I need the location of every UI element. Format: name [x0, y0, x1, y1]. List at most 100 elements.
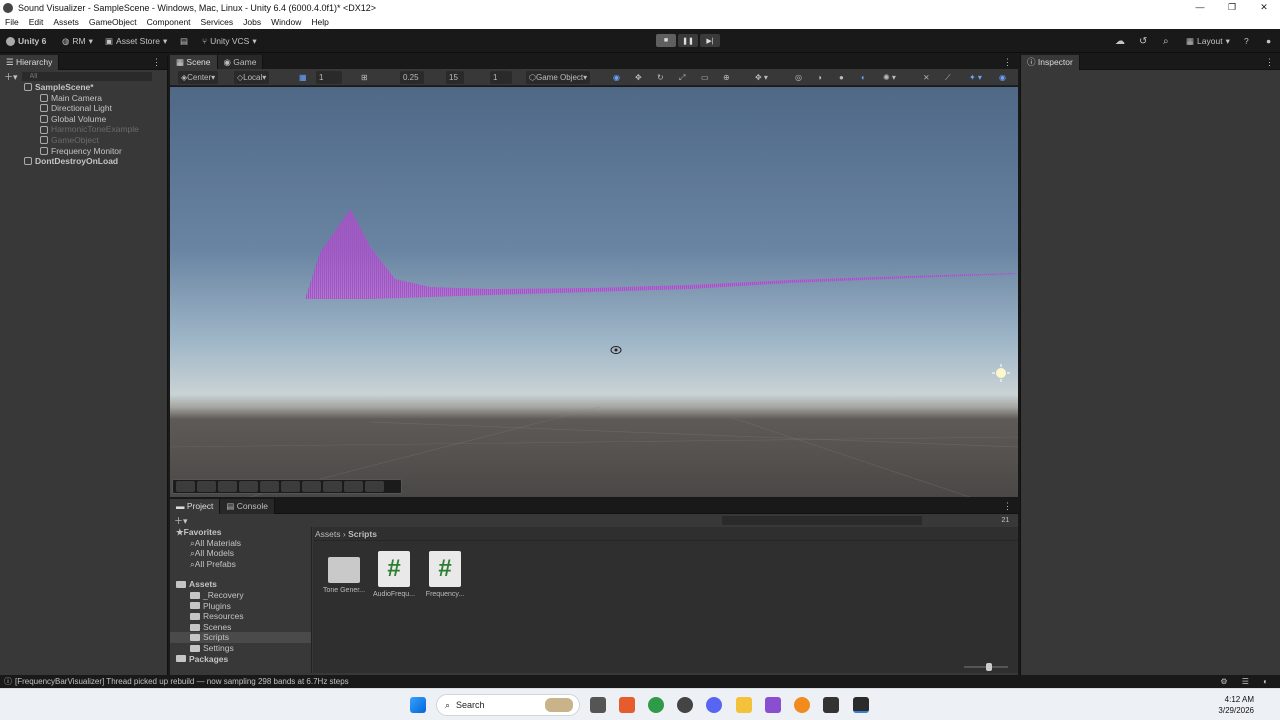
version-control-dropdown[interactable]: ⑂ Unity VCS ▾: [202, 34, 257, 48]
project-search-input[interactable]: [721, 515, 922, 525]
package-manager-button[interactable]: ▤: [180, 34, 188, 48]
asset-folder-item[interactable]: _Recovery: [170, 590, 311, 601]
unity-hub-icon[interactable]: [823, 697, 839, 713]
app-icon[interactable]: [619, 697, 635, 713]
shading-lit-button[interactable]: ◐: [858, 71, 869, 84]
menu-gameobject[interactable]: GameObject: [89, 17, 137, 27]
hierarchy-item[interactable]: Directional Light: [0, 103, 167, 114]
step-button[interactable]: ▶|: [700, 34, 720, 47]
maximize-button[interactable]: ❐: [1216, 0, 1248, 15]
hierarchy-item[interactable]: Frequency Monitor: [0, 146, 167, 157]
tab-project[interactable]: ▬ Project: [170, 498, 221, 514]
play-button[interactable]: ■: [656, 34, 676, 47]
chrome-icon[interactable]: [648, 697, 664, 713]
overlay-tool-icon[interactable]: [281, 481, 300, 492]
overlay-tool-icon[interactable]: [302, 481, 321, 492]
pause-button[interactable]: ❚❚: [678, 34, 698, 47]
app-icon[interactable]: [590, 697, 606, 713]
menu-window[interactable]: Window: [271, 17, 301, 27]
breadcrumb-scripts[interactable]: Scripts: [348, 529, 377, 539]
favorite-item[interactable]: ⌕ All Materials: [170, 538, 311, 549]
taskbar-search[interactable]: ⌕ Search: [436, 694, 580, 716]
zoom-slider[interactable]: [964, 663, 1008, 671]
grid-size-field[interactable]: 1: [316, 71, 342, 84]
status-icons[interactable]: ⚙ ☰ ◐: [1220, 677, 1274, 686]
add-asset-button[interactable]: ＋▾: [174, 514, 188, 527]
scene-viewport[interactable]: [170, 87, 1018, 497]
breadcrumb-assets[interactable]: Assets: [315, 529, 341, 539]
panel-menu-icon[interactable]: ⋮: [1265, 57, 1274, 68]
menu-jobs[interactable]: Jobs: [243, 17, 261, 27]
user-button[interactable]: ●: [1266, 34, 1271, 48]
search-button[interactable]: ⌕: [1163, 34, 1169, 48]
hierarchy-item[interactable]: HarmonicToneExample: [0, 124, 167, 135]
script-asset[interactable]: # AudioFrequ...: [369, 551, 419, 598]
rotate-tool-button[interactable]: ↻: [654, 71, 667, 84]
unity-editor-icon[interactable]: [853, 697, 869, 713]
scale-tool-button[interactable]: ⤢: [676, 71, 688, 84]
overlay-tool-icon[interactable]: [344, 481, 363, 492]
favorite-item[interactable]: ⌕ All Prefabs: [170, 559, 311, 570]
close-button[interactable]: ✕: [1248, 0, 1280, 15]
hierarchy-item[interactable]: DontDestroyOnLoad: [0, 156, 167, 167]
panel-menu-icon[interactable]: ⋮: [1003, 501, 1012, 512]
menu-component[interactable]: Component: [147, 17, 191, 27]
favorites-header[interactable]: ★ Favorites: [170, 527, 311, 538]
hierarchy-item[interactable]: Global Volume: [0, 114, 167, 125]
snap-toggle[interactable]: ⊞: [358, 71, 371, 84]
asset-folder-item[interactable]: Resources: [170, 611, 311, 622]
overlay-tool-icon[interactable]: [323, 481, 342, 492]
favorite-item[interactable]: ⌕ All Models: [170, 548, 311, 559]
help-button[interactable]: ?: [1244, 34, 1249, 48]
hierarchy-item[interactable]: SampleScene*: [0, 82, 167, 93]
rect-tool-button[interactable]: ▭: [698, 71, 712, 84]
panel-menu-icon[interactable]: ⋮: [1003, 57, 1012, 68]
packages-root[interactable]: Packages: [170, 654, 311, 665]
status-message[interactable]: [FrequencyBarVisualizer] Thread picked u…: [15, 677, 349, 686]
asset-folder-item[interactable]: Scripts: [170, 632, 311, 643]
menu-file[interactable]: File: [5, 17, 19, 27]
shading-unlit-button[interactable]: ●: [836, 71, 847, 84]
scale-snap-field[interactable]: 1: [490, 71, 512, 84]
menu-services[interactable]: Services: [201, 17, 234, 27]
transform-tool-button[interactable]: ⊕: [720, 71, 733, 84]
hierarchy-search-input[interactable]: [21, 71, 152, 81]
account-dropdown[interactable]: ◍ RM ▾: [62, 34, 93, 48]
overlay-tool-icon[interactable]: [239, 481, 258, 492]
tab-scene[interactable]: ▦ Scene: [170, 55, 218, 70]
tab-console[interactable]: ▤ Console: [220, 498, 275, 514]
assets-root[interactable]: Assets: [170, 579, 311, 590]
overlay-tool-icon[interactable]: [197, 481, 216, 492]
snap-increment-field[interactable]: 0.25: [400, 71, 424, 84]
github-icon[interactable]: [677, 697, 693, 713]
tab-inspector[interactable]: ⓘ Inspector: [1021, 54, 1080, 70]
shading-wire-button[interactable]: ◎: [792, 71, 805, 84]
overlay-tool-icon[interactable]: [218, 481, 237, 492]
asset-folder-item[interactable]: Settings: [170, 643, 311, 654]
effects-dropdown[interactable]: ✺ ▾: [880, 71, 899, 84]
move-tool-button[interactable]: ✥: [632, 71, 645, 84]
file-explorer-icon[interactable]: [736, 697, 752, 713]
rotate-snap-field[interactable]: 15: [446, 71, 464, 84]
minimize-button[interactable]: —: [1184, 0, 1216, 15]
visibility-toggle[interactable]: ◉: [996, 71, 1009, 84]
menu-edit[interactable]: Edit: [29, 17, 44, 27]
blender-icon[interactable]: [794, 697, 810, 713]
panel-menu-icon[interactable]: ⋮: [152, 57, 161, 68]
visual-studio-icon[interactable]: [765, 697, 781, 713]
layout-dropdown[interactable]: ▦ Layout ▾: [1186, 34, 1230, 48]
taskbar-clock[interactable]: 4:12 AM 3/29/2026: [1218, 694, 1254, 716]
zoom-slider-handle[interactable]: [986, 663, 992, 671]
cloud-button[interactable]: ☁: [1115, 34, 1125, 48]
gizmos-dropdown[interactable]: ✦ ▾: [966, 71, 985, 84]
menu-assets[interactable]: Assets: [53, 17, 79, 27]
overlay-tool-icon[interactable]: [176, 481, 195, 492]
unity-account-button[interactable]: Unity 6: [6, 34, 46, 48]
asset-folder-item[interactable]: Plugins: [170, 601, 311, 612]
hierarchy-item[interactable]: Main Camera: [0, 93, 167, 104]
space-dropdown[interactable]: ◇ Local ▾: [234, 71, 270, 84]
tab-game[interactable]: ◉ Game: [217, 55, 264, 70]
audio-toggle[interactable]: ⨯: [920, 71, 933, 84]
tab-hierarchy[interactable]: ☰ Hierarchy: [0, 54, 60, 70]
shading-shaded-wire-button[interactable]: ◑: [814, 71, 825, 84]
